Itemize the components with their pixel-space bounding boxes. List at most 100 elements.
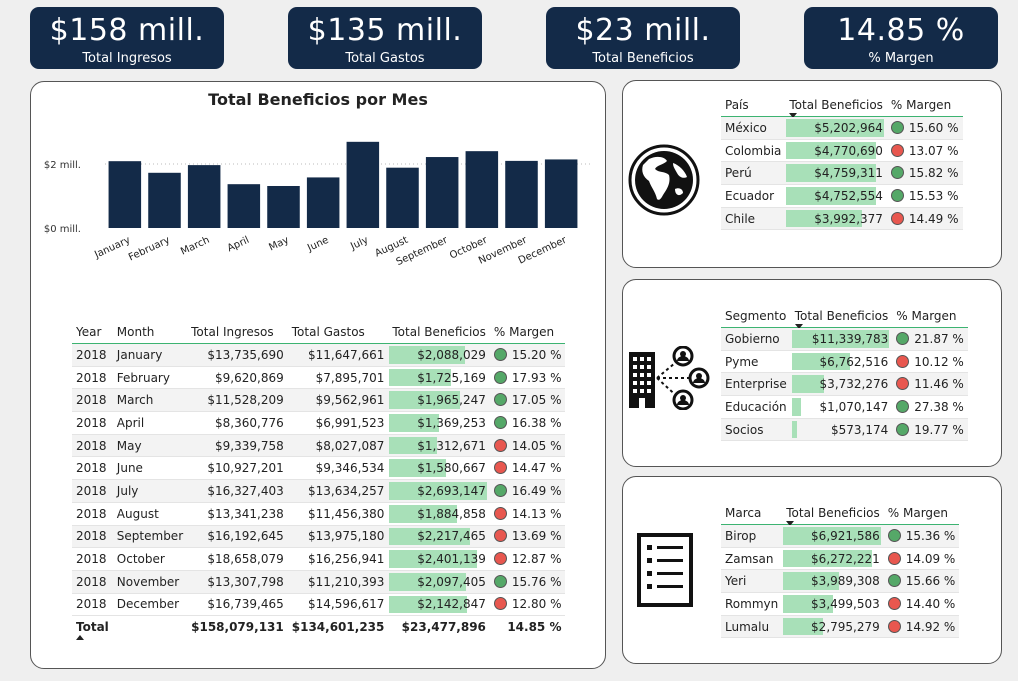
name-cell: Rommyn: [721, 592, 783, 616]
table-row[interactable]: 2018 March $11,528,209 $9,562,961 $1,965,247…: [72, 388, 566, 413]
table-row[interactable]: Pyme $6,762,516 10.12 %: [721, 350, 968, 374]
monthly-profit-chart[interactable]: $2 mill. $0 mill. JanuaryFebruary March Apri…: [31, 112, 607, 312]
status-green-dot: [896, 331, 910, 345]
data-bar: [791, 420, 797, 439]
country-table[interactable]: País Total Beneficios % Margen México $5,…: [721, 94, 963, 231]
col-year[interactable]: Year: [72, 321, 113, 344]
bar-november[interactable]: [505, 160, 538, 228]
kpi-card-gastos: $135 mill. Total Gastos: [288, 7, 482, 69]
bar-december[interactable]: [544, 159, 578, 228]
status-red-dot: [493, 438, 507, 452]
table-row[interactable]: 2018 June $10,927,201 $9,346,534 $1,580,667 1…: [72, 456, 566, 481]
margen-value: 14.40 %: [905, 596, 956, 611]
name-cell: Lumalu: [721, 615, 783, 639]
table-row[interactable]: 2018 January $13,735,690 $11,647,661 $2,088,…: [72, 343, 566, 367]
x-tick-label: March: [179, 235, 211, 258]
year-cell: 2018: [72, 411, 113, 435]
bar-june[interactable]: [306, 177, 340, 228]
col-margen[interactable]: % Margen: [892, 305, 968, 328]
segment-table[interactable]: Segmento Total Beneficios % Margen Gobie…: [721, 305, 968, 442]
beneficios-value: $4,759,311: [814, 166, 883, 181]
status-green-dot: [493, 393, 507, 407]
table-row[interactable]: Birop $6,921,586 15.36 %: [721, 524, 960, 548]
table-row[interactable]: Yeri $3,989,308 15.66 %: [721, 569, 960, 594]
name-cell: Gobierno: [721, 327, 791, 351]
bar-october[interactable]: [465, 151, 499, 228]
gastos-cell: $11,647,661: [287, 343, 389, 367]
margen-value: 10.12 %: [914, 354, 964, 369]
table-row[interactable]: 2018 July $16,327,403 $13,634,257 $2,693,147…: [72, 479, 566, 503]
bar-september[interactable]: [425, 157, 459, 228]
bar-march[interactable]: [187, 165, 221, 228]
col-beneficios[interactable]: Total Beneficios: [388, 321, 490, 344]
table-row[interactable]: 2018 October $18,658,079 $16,256,941 $2,401,…: [72, 547, 566, 571]
table-row[interactable]: 2018 May $9,339,758 $8,027,087 $1,312,671 14.…: [72, 434, 566, 458]
margen-value: 19.77 %: [914, 422, 964, 437]
table-row[interactable]: Educación $1,070,147 27.38 %: [721, 395, 968, 419]
table-row[interactable]: México $5,202,964 15.60 %: [721, 116, 963, 140]
x-tick-label: April: [226, 235, 251, 255]
col-gastos[interactable]: Total Gastos: [287, 321, 389, 344]
margen-cell: 12.87 %: [489, 547, 566, 571]
month-cell: August: [112, 502, 188, 526]
bar-july[interactable]: [346, 141, 380, 228]
bar-february[interactable]: [148, 172, 181, 228]
beneficios-cell: $1,070,147: [790, 395, 893, 419]
year-cell: 2018: [72, 434, 113, 458]
bar-may[interactable]: [267, 185, 300, 228]
beneficios-value: $1,884,858: [417, 506, 486, 521]
ingresos-cell: $16,327,403: [187, 479, 288, 503]
table-row[interactable]: Socios $573,174 19.77 %: [721, 418, 968, 442]
table-row[interactable]: 2018 December $16,739,465 $14,596,617 $2,142…: [72, 593, 566, 617]
status-green-dot: [493, 574, 507, 588]
beneficios-value: $6,762,516: [819, 354, 889, 369]
table-row[interactable]: Gobierno $11,339,783 21.87 %: [721, 327, 968, 351]
col-name[interactable]: Marca: [721, 502, 783, 525]
table-row[interactable]: Rommyn $3,499,503 14.40 %: [721, 592, 960, 616]
monthly-panel: Total Beneficios por Mes $2 mill. $0 mill…: [30, 81, 606, 669]
col-beneficios[interactable]: Total Beneficios: [790, 305, 893, 329]
monthly-table[interactable]: Year Month Total Ingresos Total Gastos T…: [72, 321, 566, 639]
margen-value: 14.13 %: [511, 506, 562, 521]
table-row[interactable]: Colombia $4,770,690 13.07 %: [721, 139, 963, 163]
table-row[interactable]: Enterprise $3,732,276 11.46 %: [721, 372, 968, 397]
margen-value: 14.92 %: [905, 619, 956, 634]
margen-cell: 15.36 %: [883, 524, 960, 548]
status-red-dot: [493, 597, 507, 611]
table-row[interactable]: 2018 April $8,360,776 $6,991,523 $1,369,253 1…: [72, 411, 566, 435]
col-beneficios[interactable]: Total Beneficios: [785, 94, 887, 118]
col-name[interactable]: País: [721, 94, 786, 117]
bar-august[interactable]: [386, 167, 419, 228]
beneficios-value: $1,070,147: [819, 399, 889, 414]
beneficios-cell: $2,097,405: [388, 570, 490, 594]
bar-january[interactable]: [108, 161, 142, 228]
status-red-dot: [493, 506, 507, 520]
col-ingresos[interactable]: Total Ingresos: [187, 321, 288, 344]
bar-april[interactable]: [227, 184, 261, 228]
name-cell: México: [721, 116, 786, 140]
gastos-cell: $8,027,087: [287, 434, 389, 458]
margen-cell: 14.40 %: [883, 592, 960, 616]
table-row[interactable]: Perú $4,759,311 15.82 %: [721, 161, 963, 186]
beneficios-value: $2,142,847: [417, 597, 486, 612]
col-beneficios[interactable]: Total Beneficios: [782, 502, 884, 526]
ingresos-cell: $18,658,079: [187, 547, 288, 571]
table-header-row: Year Month Total Ingresos Total Gastos T…: [72, 321, 566, 344]
table-row[interactable]: 2018 February $9,620,869 $7,895,701 $1,725,1…: [72, 366, 566, 390]
table-row[interactable]: Chile $3,992,377 14.49 %: [721, 207, 963, 231]
brand-table[interactable]: Marca Total Beneficios % Margen Birop $6,…: [721, 502, 960, 639]
table-row[interactable]: 2018 August $13,341,238 $11,456,380 $1,884,8…: [72, 502, 566, 526]
col-margen[interactable]: % Margen: [886, 94, 963, 117]
margen-value: 17.05 %: [511, 393, 562, 408]
col-name[interactable]: Segmento: [721, 305, 791, 328]
col-margen[interactable]: % Margen: [489, 321, 566, 344]
table-row[interactable]: Zamsan $6,272,221 14.09 %: [721, 547, 960, 571]
table-row[interactable]: Ecuador $4,752,554 15.53 %: [721, 184, 963, 208]
table-row[interactable]: 2018 September $16,192,645 $13,975,180 $2,21…: [72, 525, 566, 549]
col-month[interactable]: Month: [112, 321, 188, 344]
table-row[interactable]: Lumalu $2,795,279 14.92 %: [721, 615, 960, 639]
col-margen[interactable]: % Margen: [883, 502, 960, 525]
status-red-dot: [890, 143, 904, 157]
gastos-cell: $13,975,180: [287, 525, 389, 549]
table-row[interactable]: 2018 November $13,307,798 $11,210,393 $2,097…: [72, 570, 566, 594]
